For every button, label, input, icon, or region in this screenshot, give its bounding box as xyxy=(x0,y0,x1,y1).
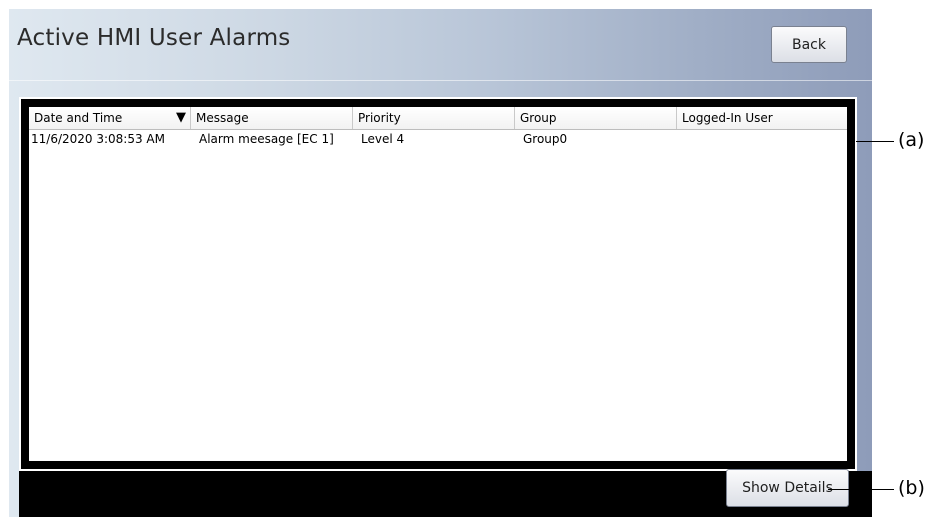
column-header-priority[interactable]: Priority xyxy=(353,107,515,129)
cell-message: Alarm meesage [EC 1] xyxy=(199,132,334,146)
alarm-panel: Active HMI User Alarms Back Date and Tim… xyxy=(9,9,872,517)
callout-line-a xyxy=(856,141,894,142)
cell-logged-in-user xyxy=(677,130,847,148)
alarm-table[interactable]: Date and Time ▼ Message Priority Group L… xyxy=(29,107,847,461)
cell-priority: Level 4 xyxy=(361,132,405,146)
callout-line-b xyxy=(828,489,894,490)
column-header-group[interactable]: Group xyxy=(515,107,677,129)
sort-descending-icon[interactable]: ▼ xyxy=(176,110,186,125)
cell-group: Group0 xyxy=(523,132,568,146)
callout-label-a: (a) xyxy=(898,129,925,151)
column-header-logged-in-user[interactable]: Logged-In User xyxy=(677,107,847,129)
page-title: Active HMI User Alarms xyxy=(17,25,291,51)
table-header: Date and Time ▼ Message Priority Group L… xyxy=(29,107,847,130)
table-row[interactable]: 11/6/2020 3:08:53 AM Alarm meesage [EC 1… xyxy=(29,130,847,148)
callout-label-b: (b) xyxy=(898,477,925,499)
column-header-label: Date and Time xyxy=(34,111,123,125)
title-divider xyxy=(9,80,872,81)
cell-date-time: 11/6/2020 3:08:53 AM xyxy=(31,132,165,146)
back-button[interactable]: Back xyxy=(771,26,847,63)
show-details-button[interactable]: Show Details xyxy=(726,469,849,507)
alarm-table-frame: Date and Time ▼ Message Priority Group L… xyxy=(19,97,857,471)
column-header-date-time[interactable]: Date and Time ▼ xyxy=(29,107,191,129)
column-header-message[interactable]: Message xyxy=(191,107,353,129)
